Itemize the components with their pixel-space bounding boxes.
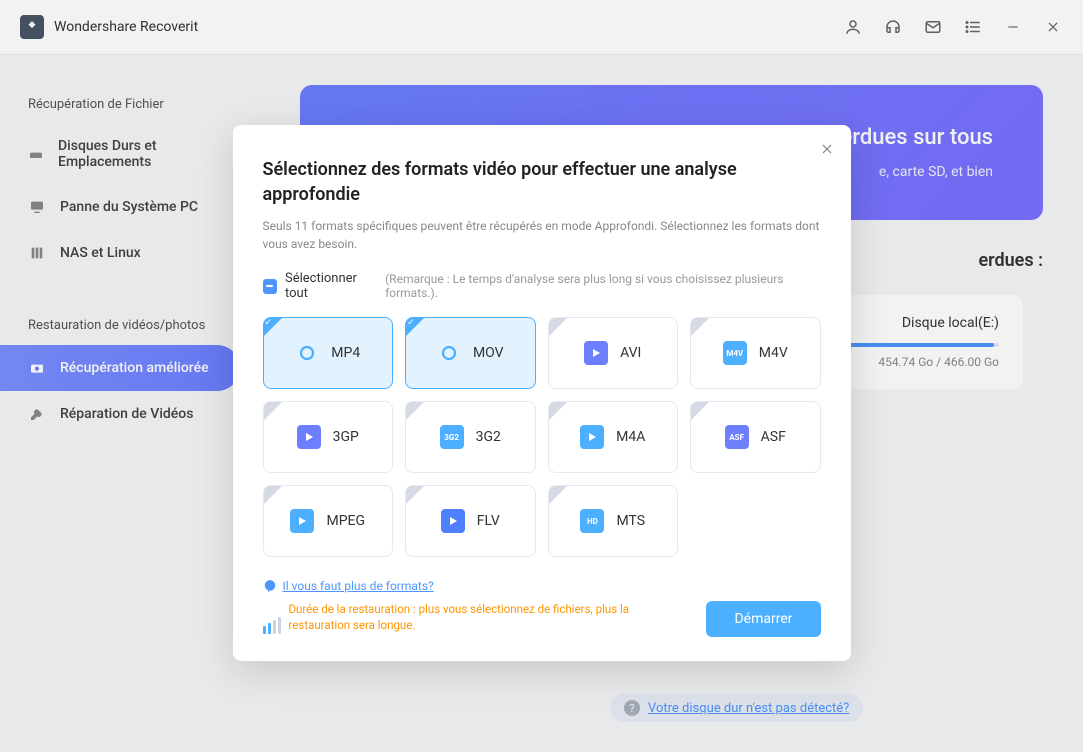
format-option-avi[interactable]: AVI: [548, 317, 679, 389]
format-label: MOV: [473, 345, 504, 361]
format-label: MP4: [331, 345, 360, 361]
format-option-3g2[interactable]: 3G2 3G2: [405, 401, 536, 473]
format-option-mts[interactable]: HD MTS: [548, 485, 679, 557]
format-label: M4V: [759, 345, 788, 361]
start-button[interactable]: Démarrer: [706, 601, 820, 637]
selection-corner-icon: [406, 486, 424, 504]
format-icon: [295, 341, 319, 365]
format-label: MPEG: [326, 513, 365, 529]
format-icon: HD: [580, 509, 604, 533]
format-label: 3G2: [476, 429, 501, 445]
format-option-m4a[interactable]: M4A: [548, 401, 679, 473]
duration-text: Durée de la restauration : plus vous sél…: [289, 601, 691, 633]
format-label: ASF: [761, 429, 786, 445]
format-option-mpeg[interactable]: MPEG: [263, 485, 394, 557]
format-option-mov[interactable]: MOV: [405, 317, 536, 389]
format-icon: ASF: [725, 425, 749, 449]
selection-corner-icon: [264, 318, 282, 336]
format-option-m4v[interactable]: M4V M4V: [690, 317, 821, 389]
selection-corner-icon: [691, 318, 709, 336]
modal-footer: Durée de la restauration : plus vous sél…: [263, 601, 821, 637]
format-label: 3GP: [333, 429, 359, 445]
selection-corner-icon: [549, 318, 567, 336]
speech-plus-icon: [263, 579, 277, 593]
format-icon: [297, 425, 321, 449]
select-all-toggle[interactable]: Sélectionner tout (Remarque : Le temps d…: [263, 271, 821, 301]
format-option-mp4[interactable]: MP4: [263, 317, 394, 389]
select-all-label: Sélectionner tout: [285, 271, 379, 301]
format-icon: [441, 509, 465, 533]
format-option-flv[interactable]: FLV: [405, 485, 536, 557]
selection-corner-icon: [264, 486, 282, 504]
selection-corner-icon: [549, 402, 567, 420]
checkbox-indeterminate-icon: [263, 279, 277, 294]
modal-title: Sélectionnez des formats vidéo pour effe…: [263, 157, 783, 207]
more-formats-link[interactable]: Il vous faut plus de formats?: [263, 579, 821, 593]
select-all-note: (Remarque : Le temps d'analyse sera plus…: [385, 272, 820, 300]
selection-corner-icon: [691, 402, 709, 420]
format-select-modal: Sélectionnez des formats vidéo pour effe…: [233, 125, 851, 661]
selection-corner-icon: [406, 318, 424, 336]
format-icon: [580, 425, 604, 449]
format-option-asf[interactable]: ASF ASF: [690, 401, 821, 473]
format-label: FLV: [477, 513, 500, 529]
format-icon: M4V: [723, 341, 747, 365]
selection-corner-icon: [264, 402, 282, 420]
duration-note: Durée de la restauration : plus vous sél…: [263, 601, 691, 633]
close-icon: [820, 142, 834, 156]
format-label: M4A: [616, 429, 645, 445]
modal-subtitle: Seuls 11 formats spécifiques peuvent êtr…: [263, 217, 821, 253]
format-label: AVI: [620, 345, 641, 361]
formats-grid: MP4 MOV AVI M4V M4V 3GP 3G2 3G2 M4A ASF ASF MPEG FLV…: [263, 317, 821, 557]
more-formats-text: Il vous faut plus de formats?: [283, 579, 434, 593]
signal-bars-icon: [263, 601, 281, 633]
selection-corner-icon: [549, 486, 567, 504]
format-icon: [437, 341, 461, 365]
selection-corner-icon: [406, 402, 424, 420]
close-button[interactable]: [817, 139, 837, 159]
format-label: MTS: [616, 513, 645, 529]
modal-overlay: Sélectionnez des formats vidéo pour effe…: [0, 0, 1083, 752]
format-icon: [290, 509, 314, 533]
format-icon: 3G2: [440, 425, 464, 449]
format-option-3gp[interactable]: 3GP: [263, 401, 394, 473]
format-icon: [584, 341, 608, 365]
